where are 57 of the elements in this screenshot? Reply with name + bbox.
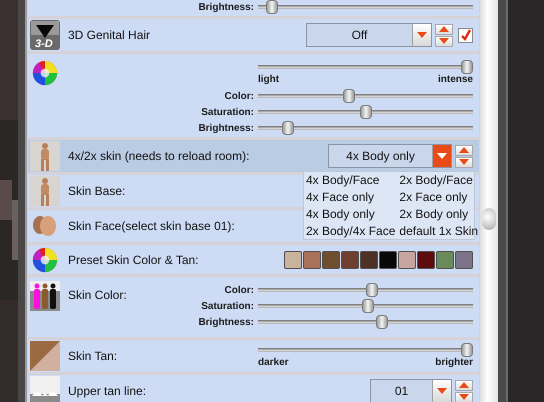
menu-item[interactable]: 4x Face only bbox=[306, 190, 396, 204]
figure-icon bbox=[30, 141, 60, 171]
slider-max-label: intense bbox=[438, 74, 473, 85]
menu-item[interactable]: 4x Body/Face bbox=[306, 173, 396, 187]
menu-item[interactable]: 4x Body only bbox=[306, 207, 396, 221]
tan-line-icon bbox=[30, 376, 60, 402]
slider-handle[interactable] bbox=[343, 89, 356, 103]
slider-handle[interactable] bbox=[282, 121, 294, 135]
color-swatch[interactable] bbox=[398, 250, 416, 268]
row-label: Skin Face(select skin base 01): bbox=[68, 219, 235, 233]
figure-icon bbox=[30, 176, 60, 206]
slider-handle[interactable] bbox=[461, 342, 473, 356]
color-swatch[interactable] bbox=[303, 250, 321, 268]
color-swatch[interactable] bbox=[341, 250, 359, 268]
menu-item[interactable]: 2x Body/Face bbox=[399, 173, 478, 187]
dropdown[interactable]: 01 bbox=[370, 379, 452, 402]
slider-min-label: light bbox=[258, 74, 280, 85]
checkbox[interactable] bbox=[458, 28, 473, 42]
color-swatch[interactable] bbox=[417, 250, 435, 268]
row-label: Preset Skin Color & Tan: bbox=[68, 252, 199, 266]
row-label: 4x/2x skin (needs to reload room): bbox=[68, 149, 250, 163]
slider-handle[interactable] bbox=[461, 60, 473, 74]
color-swatch[interactable] bbox=[322, 250, 340, 268]
menu-item[interactable]: default 1x Skin bbox=[399, 224, 478, 238]
slider-label: Color: bbox=[224, 284, 254, 296]
color-swatch[interactable] bbox=[360, 250, 378, 268]
color-swatch[interactable] bbox=[436, 250, 454, 268]
slider-label: Brightness: bbox=[198, 2, 254, 12]
menu-item[interactable]: 2x Body only bbox=[399, 207, 478, 221]
row-label: Skin Color: bbox=[68, 288, 127, 302]
tan-swatch-icon bbox=[30, 341, 60, 371]
row-label: Skin Base: bbox=[68, 184, 126, 198]
menu-item[interactable]: 2x Body/4x Face bbox=[306, 224, 396, 238]
slider-label: Saturation: bbox=[201, 300, 254, 312]
slider-handle[interactable] bbox=[266, 0, 278, 14]
scroll-thumb[interactable] bbox=[482, 208, 496, 230]
dropdown[interactable]: Off bbox=[306, 23, 432, 47]
slider-label: Brightness: bbox=[198, 316, 254, 328]
slider-handle[interactable] bbox=[362, 299, 374, 313]
color-swatch[interactable] bbox=[284, 250, 302, 268]
row-label: Skin Tan: bbox=[68, 349, 118, 363]
slider-label: Brightness: bbox=[198, 122, 254, 134]
color-wheel-icon bbox=[30, 58, 60, 88]
slider-handle[interactable] bbox=[366, 283, 378, 297]
slider-max-label: brighter bbox=[435, 356, 473, 368]
slider-handle[interactable] bbox=[360, 105, 372, 119]
row-label: Upper tan line: bbox=[68, 384, 146, 398]
scrollbar[interactable] bbox=[480, 0, 498, 402]
slider-handle[interactable] bbox=[376, 315, 388, 329]
slider-label: Saturation: bbox=[201, 106, 254, 118]
menu-item[interactable]: 2x Face only bbox=[399, 190, 478, 204]
slider-label: Color: bbox=[224, 90, 254, 102]
row-label: 3D Genital Hair bbox=[68, 28, 150, 42]
color-swatch[interactable] bbox=[455, 250, 473, 268]
silhouettes-icon bbox=[30, 281, 60, 311]
color-swatch[interactable] bbox=[379, 250, 397, 268]
slider-min-label: darker bbox=[258, 356, 289, 368]
